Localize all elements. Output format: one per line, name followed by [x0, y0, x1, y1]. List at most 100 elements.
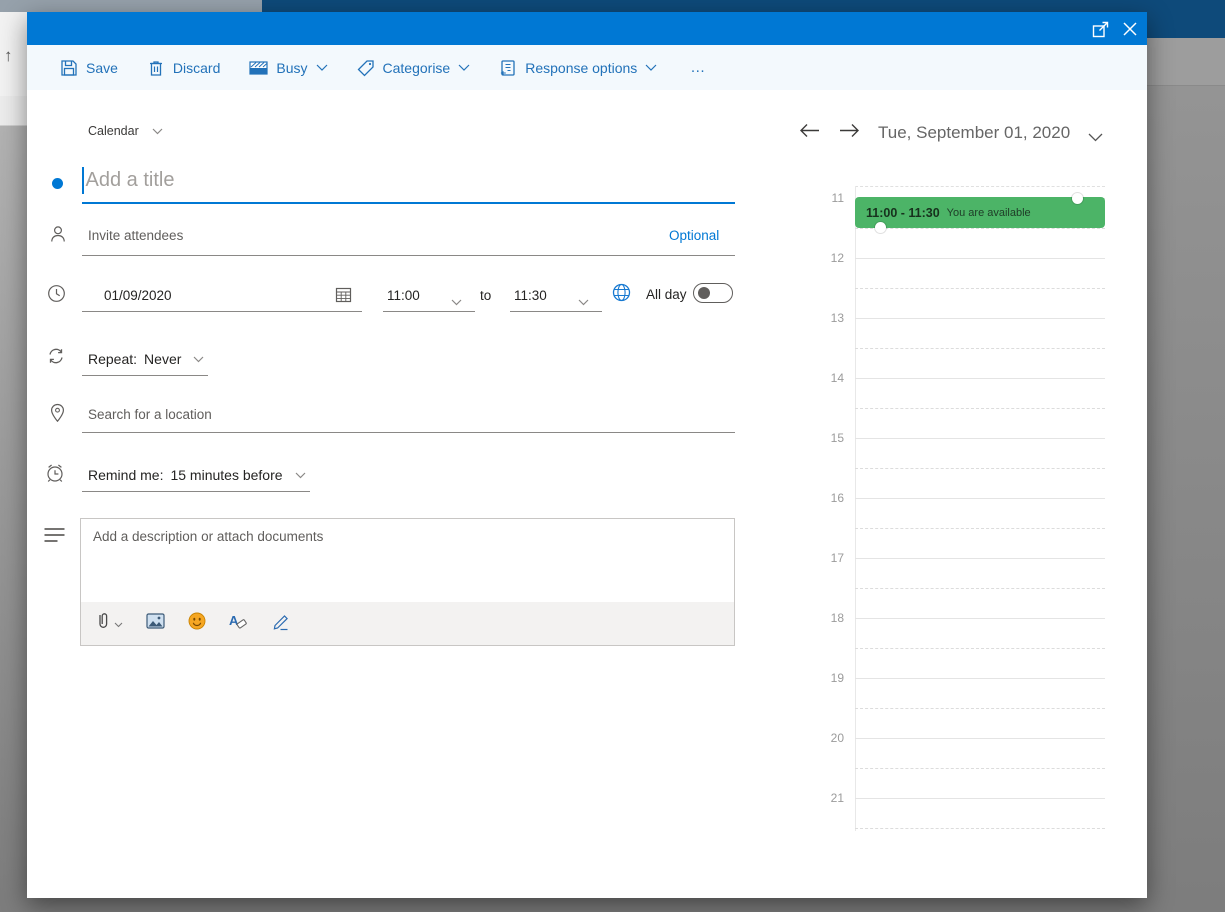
more-options-button[interactable]: … — [686, 59, 710, 76]
event-resize-handle-bottom[interactable] — [875, 222, 886, 233]
attendees-underline — [82, 255, 735, 256]
hour-line — [855, 498, 1105, 499]
half-hour-line — [855, 588, 1105, 589]
screen: ↑ Save Discard Busy Categorise Response … — [0, 0, 1225, 912]
chevron-down-icon[interactable] — [578, 293, 589, 311]
date-picker-icon[interactable] — [335, 286, 352, 308]
half-hour-line — [855, 528, 1105, 529]
description-icon — [44, 527, 65, 550]
location-underline — [82, 432, 735, 433]
insert-image-button[interactable] — [146, 613, 165, 634]
chevron-down-icon[interactable] — [1088, 129, 1103, 147]
person-icon — [48, 224, 68, 249]
title-input[interactable]: Add a title — [82, 167, 174, 194]
save-button[interactable]: Save — [60, 59, 118, 77]
open-in-new-window-icon[interactable] — [1089, 18, 1111, 40]
to-label: to — [480, 288, 492, 303]
hour-label: 13 — [830, 311, 844, 325]
start-date-input[interactable]: 01/09/2020 — [104, 288, 172, 303]
title-placeholder: Add a title — [85, 169, 175, 191]
all-day-label: All day — [646, 287, 687, 302]
clear-formatting-button[interactable]: A — [229, 612, 248, 635]
half-hour-line — [855, 348, 1105, 349]
toggle-knob — [698, 287, 710, 299]
hour-label: 14 — [830, 371, 844, 385]
dialog-title-bar — [27, 12, 1147, 45]
hour-line — [855, 798, 1105, 799]
optional-attendees-link[interactable]: Optional — [669, 228, 719, 243]
hour-line — [855, 558, 1105, 559]
response-options-dropdown[interactable]: Response options — [499, 59, 657, 77]
hour-label: 16 — [830, 491, 844, 505]
discard-button[interactable]: Discard — [147, 59, 220, 77]
discard-label: Discard — [172, 59, 221, 76]
command-toolbar: Save Discard Busy Categorise Response op… — [27, 45, 1147, 90]
description-editor[interactable]: Add a description or attach documents A — [80, 518, 735, 646]
location-input[interactable]: Search for a location — [88, 407, 212, 422]
event-block[interactable]: 11:00 - 11:30 You are available — [855, 197, 1105, 228]
start-time-underline — [383, 311, 475, 312]
background-strip — [0, 0, 262, 12]
event-resize-handle-top[interactable] — [1072, 193, 1083, 204]
grid-line — [855, 186, 1105, 187]
hour-label: 18 — [830, 611, 844, 625]
event-status: You are available — [946, 206, 1031, 219]
next-day-arrow[interactable] — [838, 122, 861, 144]
attendees-input[interactable]: Invite attendees — [88, 228, 183, 243]
reminder-label: Remind me: — [88, 467, 164, 483]
hour-line — [855, 378, 1105, 379]
hour-line — [855, 258, 1105, 259]
event-time-range: 11:00 - 11:30 — [866, 205, 940, 220]
categorise-dropdown[interactable]: Categorise — [357, 59, 471, 77]
image-icon — [146, 613, 165, 634]
start-time-dropdown[interactable]: 11:00 — [387, 288, 420, 303]
trash-icon — [147, 59, 165, 77]
insert-emoji-button[interactable] — [188, 612, 206, 635]
save-icon — [60, 59, 78, 77]
half-hour-line — [855, 408, 1105, 409]
attach-file-button[interactable] — [96, 611, 123, 636]
clock-icon — [47, 284, 66, 308]
chevron-down-icon — [193, 350, 204, 368]
up-arrow-icon: ↑ — [4, 46, 13, 65]
categorise-label: Categorise — [382, 59, 451, 76]
reminder-value: 15 minutes before — [170, 467, 283, 483]
all-day-toggle[interactable] — [693, 283, 733, 303]
busy-label: Busy — [276, 59, 308, 76]
calendar-color-dot — [52, 178, 63, 189]
half-hour-line — [855, 708, 1105, 709]
grid-border — [855, 186, 856, 831]
half-hour-line — [855, 648, 1105, 649]
hour-label: 12 — [830, 251, 844, 265]
chevron-down-icon[interactable] — [451, 293, 462, 311]
hour-label: 20 — [830, 731, 844, 745]
background-right-column — [1147, 38, 1225, 898]
draw-ink-button[interactable] — [271, 612, 291, 636]
timezone-globe-icon[interactable] — [611, 282, 632, 308]
reminder-dropdown[interactable]: Remind me: 15 minutes before — [88, 466, 306, 484]
hour-line — [855, 738, 1105, 739]
hour-line — [855, 438, 1105, 439]
hour-line — [855, 678, 1105, 679]
paperclip-icon — [96, 611, 110, 636]
previous-day-arrow[interactable] — [798, 122, 821, 144]
reminder-underline — [82, 491, 310, 492]
alarm-clock-icon — [44, 462, 66, 489]
background-left-column: ↑ — [0, 12, 27, 898]
repeat-value: Never — [144, 351, 182, 367]
chevron-down-icon — [316, 64, 328, 71]
chevron-down-icon — [152, 124, 163, 138]
hour-label: 19 — [830, 671, 844, 685]
end-time-dropdown[interactable]: 11:30 — [514, 288, 547, 303]
busy-status-dropdown[interactable]: Busy — [249, 60, 327, 76]
pen-icon — [271, 612, 291, 636]
half-hour-line — [855, 828, 1105, 829]
emoji-smiley-icon — [188, 612, 206, 635]
day-grid[interactable]: 11:00 - 11:30 You are available 11 12 13 14… — [820, 186, 1120, 842]
calendar-selector[interactable]: Calendar — [88, 124, 163, 138]
background-panel — [1147, 38, 1225, 86]
close-icon[interactable] — [1119, 18, 1141, 40]
background-dimmed-area — [0, 898, 1225, 912]
repeat-dropdown[interactable]: Repeat: Never — [88, 350, 204, 368]
clear-formatting-icon: A — [229, 612, 248, 635]
